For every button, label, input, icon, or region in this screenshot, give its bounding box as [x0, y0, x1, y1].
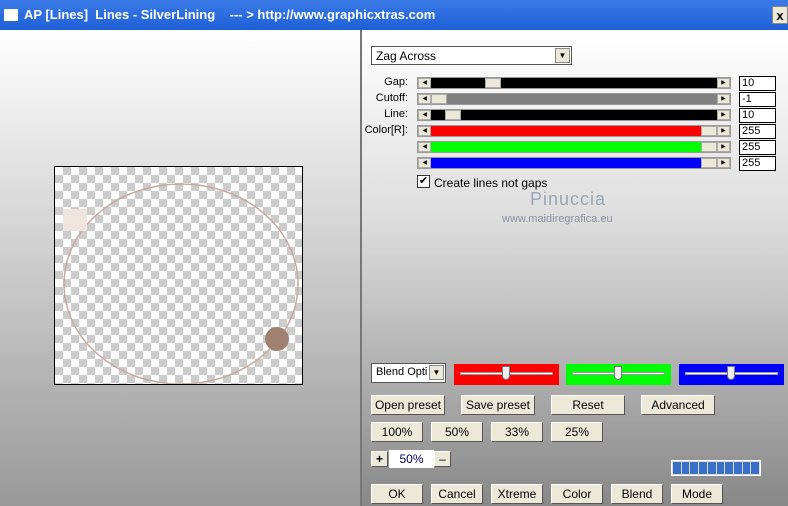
xtreme-button[interactable]: Xtreme — [491, 484, 543, 504]
slider-thumb[interactable] — [701, 158, 717, 168]
color-button[interactable]: Color — [551, 484, 603, 504]
window-icon — [4, 9, 18, 21]
slider-value[interactable]: -1 — [739, 92, 776, 107]
preview-image — [63, 183, 299, 385]
progress-segment — [699, 462, 707, 474]
arrow-right-icon[interactable]: ▶ — [717, 126, 730, 136]
blend-dropdown-value: Blend Opti — [376, 366, 428, 378]
slider-label: Line: — [384, 108, 408, 120]
slider-track[interactable]: ◀ ▶ — [417, 77, 731, 89]
mode-button[interactable]: Mode — [671, 484, 723, 504]
slider-track[interactable]: ◀ ▶ — [417, 157, 731, 169]
slider-value[interactable]: 255 — [739, 140, 776, 155]
zoom-25-button[interactable]: 25% — [551, 422, 603, 442]
progress-segment — [690, 462, 699, 474]
progress-bar — [671, 460, 761, 476]
slider-value[interactable]: 10 — [739, 108, 776, 123]
reset-button[interactable]: Reset — [551, 395, 625, 415]
create-lines-label: Create lines not gaps — [434, 176, 548, 190]
slider-value[interactable]: 255 — [739, 156, 776, 171]
progress-segment — [681, 462, 690, 474]
slider-track[interactable]: ◀ ▶ — [417, 93, 731, 105]
arrow-left-icon[interactable]: ◀ — [418, 142, 431, 152]
arrow-right-icon[interactable]: ▶ — [717, 110, 730, 120]
slider-track[interactable]: ◀ ▶ — [417, 109, 731, 121]
arrow-left-icon[interactable]: ◀ — [418, 158, 431, 168]
advanced-button[interactable]: Advanced — [641, 395, 715, 415]
watermark-name: Pinuccia — [530, 189, 607, 209]
slider-track[interactable]: ◀ ▶ — [417, 141, 731, 153]
chevron-down-icon[interactable]: ▼ — [555, 48, 570, 63]
slider-track[interactable]: ◀ ▶ — [417, 125, 731, 137]
slider-thumb[interactable] — [445, 110, 461, 120]
progress-segment — [716, 462, 725, 474]
cancel-button[interactable]: Cancel — [431, 484, 483, 504]
close-button[interactable]: x — [772, 6, 788, 24]
progress-segment — [733, 462, 742, 474]
zoom-out-button[interactable]: – — [434, 451, 451, 467]
slider-label: Cutoff: — [375, 92, 408, 104]
zoom-100-button[interactable]: 100% — [371, 422, 423, 442]
arrow-left-icon[interactable]: ◀ — [418, 126, 431, 136]
chevron-down-icon[interactable]: ▼ — [429, 365, 444, 380]
progress-segment — [742, 462, 751, 474]
preview-canvas[interactable] — [54, 166, 303, 385]
watermark-url: www.maidiregrafica.eu — [502, 213, 613, 225]
blend-red-slider[interactable] — [454, 364, 559, 385]
arrow-right-icon[interactable]: ▶ — [717, 142, 730, 152]
arrow-left-icon[interactable]: ◀ — [418, 94, 431, 104]
slider-value[interactable]: 255 — [739, 124, 776, 139]
slider-thumb[interactable] — [485, 78, 501, 88]
progress-segment — [725, 462, 733, 474]
title-bar: AP [Lines] Lines - SilverLining --- > ht… — [0, 0, 788, 30]
progress-segment — [751, 462, 760, 474]
zoom-in-button[interactable]: + — [371, 451, 388, 467]
mode-dropdown[interactable]: Zag Across ▼ — [371, 46, 572, 65]
slider-thumb[interactable] — [431, 94, 447, 104]
arrow-right-icon[interactable]: ▶ — [717, 78, 730, 88]
zoom-50-button[interactable]: 50% — [431, 422, 483, 442]
progress-segment — [707, 462, 716, 474]
mode-dropdown-value: Zag Across — [376, 49, 437, 63]
zoom-value: 50% — [389, 450, 434, 468]
zoom-33-button[interactable]: 33% — [491, 422, 543, 442]
progress-segment — [673, 462, 681, 474]
open-preset-button[interactable]: Open preset — [371, 395, 445, 415]
slider-thumb[interactable] — [701, 126, 717, 136]
ok-button[interactable]: OK — [371, 484, 423, 504]
save-preset-button[interactable]: Save preset — [461, 395, 535, 415]
arrow-right-icon[interactable]: ▶ — [717, 94, 730, 104]
create-lines-checkbox[interactable]: ✔ — [417, 175, 430, 188]
arrow-left-icon[interactable]: ◀ — [418, 110, 431, 120]
blend-blue-slider[interactable] — [679, 364, 784, 385]
window-title: AP [Lines] Lines - SilverLining --- > ht… — [24, 7, 436, 22]
arrow-left-icon[interactable]: ◀ — [418, 78, 431, 88]
slider-value[interactable]: 10 — [739, 76, 776, 91]
slider-label: Gap: — [384, 76, 408, 88]
blend-options-dropdown[interactable]: Blend Opti ▼ — [371, 363, 446, 383]
arrow-right-icon[interactable]: ▶ — [717, 158, 730, 168]
blend-button[interactable]: Blend — [611, 484, 663, 504]
slider-label: Color[R]: — [364, 124, 408, 136]
blend-green-slider[interactable] — [566, 364, 671, 385]
slider-thumb[interactable] — [701, 142, 717, 152]
